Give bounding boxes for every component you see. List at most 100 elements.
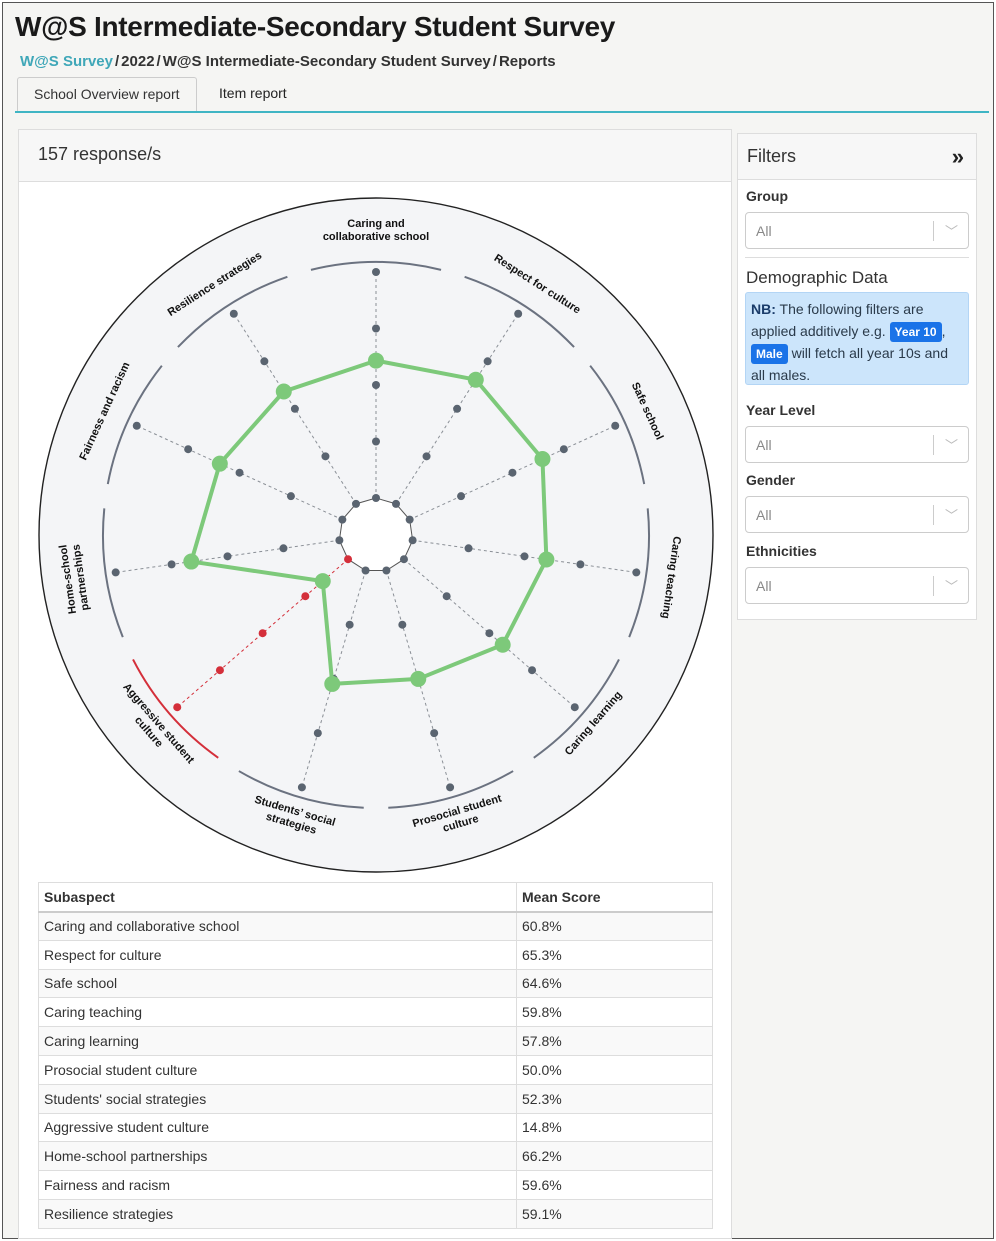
- reference-point: [485, 629, 494, 638]
- mean-score-cell: 59.1%: [516, 1198, 713, 1229]
- reference-point: [111, 568, 120, 577]
- subaspect-cell: Safe school: [38, 968, 517, 999]
- reference-point: [335, 536, 344, 545]
- reference-point: [372, 437, 380, 446]
- data-point: [467, 371, 484, 388]
- tab-item-report[interactable]: Item report: [203, 77, 303, 111]
- reference-point: [372, 494, 380, 502]
- reference-point: [279, 544, 288, 553]
- ethnicities-select[interactable]: All ﹀: [745, 567, 969, 604]
- mean-score-cell: 59.6%: [516, 1170, 713, 1200]
- column-header-subaspect: Subaspect: [38, 882, 517, 913]
- reference-point: [235, 468, 244, 477]
- reference-point: [464, 544, 473, 553]
- reference-point: [223, 552, 232, 561]
- gender-label: Gender: [746, 472, 796, 488]
- reference-point: [167, 560, 176, 569]
- subaspect-cell: Caring and collaborative school: [38, 911, 517, 941]
- reference-point: [345, 620, 354, 629]
- category-label: collaborative school: [323, 231, 429, 243]
- category-label: Caring and: [347, 218, 404, 230]
- select-divider: [933, 505, 934, 525]
- table-row: Caring learning 57.8%: [38, 1026, 713, 1056]
- year-level-select[interactable]: All ﹀: [745, 426, 969, 463]
- male-badge: Male: [751, 344, 788, 364]
- reference-point: [514, 309, 523, 318]
- table-row: Respect for culture 65.3%: [38, 939, 713, 970]
- reference-point: [372, 381, 380, 389]
- overview-panel: 157 response/s Caring and collaborative s…: [18, 129, 732, 1239]
- reference-point: [408, 536, 417, 545]
- reference-point: [398, 620, 407, 629]
- table-row: Students' social strategies 52.3%: [38, 1083, 713, 1114]
- reference-point: [559, 445, 568, 454]
- year-level-label: Year Level: [746, 402, 816, 418]
- page-title: W@S Intermediate-Secondary Student Surve…: [15, 11, 616, 42]
- reference-point: [570, 703, 579, 712]
- subaspect-cell: Respect for culture: [38, 939, 517, 970]
- data-point: [314, 573, 331, 590]
- reference-point: [338, 515, 347, 524]
- reference-point: [457, 492, 466, 501]
- breadcrumb-link-survey[interactable]: W@S Survey: [20, 53, 113, 70]
- breadcrumb: W@S Survey/2022/W@S Intermediate-Seconda…: [20, 53, 556, 70]
- year-10-badge: Year 10: [889, 322, 942, 342]
- chevron-down-icon[interactable]: ﹀: [945, 576, 958, 595]
- nb-lead: NB:: [751, 301, 776, 317]
- reference-point: [382, 566, 391, 575]
- mean-score-cell: 65.3%: [516, 939, 713, 970]
- reference-point: [632, 568, 641, 577]
- gender-select[interactable]: All ﹀: [745, 496, 969, 533]
- gender-select-value: All: [756, 507, 772, 523]
- app-frame: W@S Intermediate-Secondary Student Surve…: [2, 2, 994, 1239]
- subaspect-table: Subaspect Mean Score Caring and collabor…: [38, 882, 713, 1229]
- breadcrumb-item-reports: Reports: [498, 53, 556, 70]
- ethnicities-select-value: All: [756, 578, 772, 594]
- filters-panel: Filters » Group All ﹀ Demographic Data N…: [737, 133, 977, 620]
- data-point: [410, 670, 427, 687]
- subaspect-cell: Caring teaching: [38, 997, 517, 1028]
- reference-point: [351, 499, 360, 508]
- column-header-mean-score: Mean Score: [516, 882, 713, 913]
- table-header-row: Subaspect Mean Score: [38, 882, 713, 913]
- data-point: [183, 553, 200, 570]
- reference-point: [442, 592, 451, 601]
- reference-point: [321, 452, 330, 461]
- reference-point: [313, 729, 322, 738]
- reference-point: [229, 309, 238, 318]
- reference-point: [344, 555, 353, 564]
- report-tabs: School Overview report Item report: [15, 77, 989, 113]
- double-chevron-right-icon[interactable]: »: [952, 144, 964, 170]
- reference-point: [286, 492, 295, 501]
- mean-score-cell: 50.0%: [516, 1054, 713, 1085]
- chevron-down-icon[interactable]: ﹀: [945, 435, 958, 454]
- filters-title: Filters: [747, 146, 796, 166]
- group-label: Group: [746, 188, 788, 204]
- select-divider: [933, 576, 934, 596]
- data-point: [538, 551, 555, 568]
- select-divider: [933, 221, 934, 241]
- reference-point: [483, 357, 492, 366]
- reference-point: [297, 783, 306, 792]
- tab-school-overview[interactable]: School Overview report: [17, 77, 197, 111]
- reference-point: [576, 560, 585, 569]
- radar-chart: Caring andcollaborative schoolRespect fo…: [38, 197, 714, 873]
- subaspect-cell: Home-school partnerships: [38, 1141, 517, 1172]
- table-row: Caring and collaborative school 60.8%: [38, 911, 713, 941]
- chevron-down-icon[interactable]: ﹀: [945, 505, 958, 524]
- mean-score-cell: 60.8%: [516, 911, 713, 941]
- breadcrumb-item-survey: W@S Intermediate-Secondary Student Surve…: [162, 53, 491, 70]
- reference-point: [392, 499, 401, 508]
- reference-point: [399, 555, 408, 564]
- group-select[interactable]: All ﹀: [745, 212, 969, 249]
- reference-point: [405, 515, 414, 524]
- breadcrumb-separator: /: [115, 53, 120, 70]
- data-point: [211, 455, 228, 472]
- group-select-value: All: [756, 223, 772, 239]
- chevron-down-icon[interactable]: ﹀: [945, 221, 958, 240]
- filters-header: Filters »: [738, 134, 976, 180]
- reference-point: [508, 468, 517, 477]
- reference-point: [372, 324, 380, 333]
- reference-point: [430, 729, 439, 738]
- divider: [745, 257, 969, 258]
